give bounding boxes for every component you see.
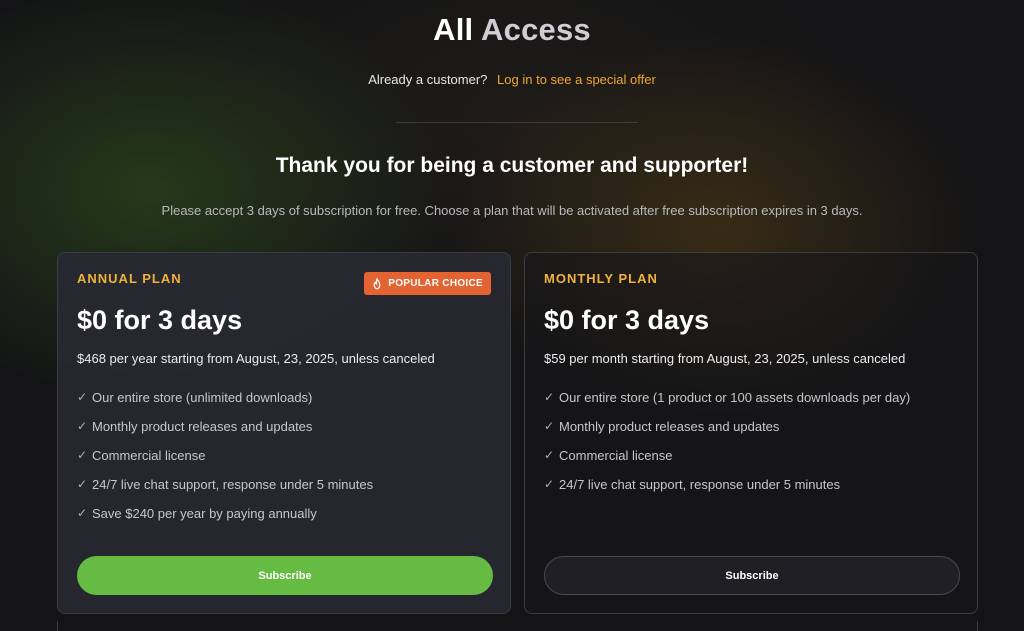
fire-icon xyxy=(373,277,381,289)
feature-text: Save $240 per year by paying annually xyxy=(92,506,317,521)
feature-item: ✓ 24/7 live chat support, response under … xyxy=(544,477,910,506)
feature-item: ✓ Commercial license xyxy=(77,448,373,477)
feature-item: ✓ Our entire store (1 product or 100 asse… xyxy=(544,390,910,419)
feature-item: ✓ Commercial license xyxy=(544,448,910,477)
check-icon: ✓ xyxy=(544,448,555,462)
check-icon: ✓ xyxy=(544,419,555,433)
feature-text: Our entire store (unlimited downloads) xyxy=(92,390,313,405)
feature-item: ✓ Our entire store (unlimited downloads) xyxy=(77,390,373,419)
login-link[interactable]: Log in to see a special offer xyxy=(497,72,656,87)
check-icon: ✓ xyxy=(544,477,555,491)
check-icon: ✓ xyxy=(77,477,88,491)
plan-name: ANNUAL PLAN xyxy=(77,271,182,286)
check-icon: ✓ xyxy=(77,506,88,520)
login-question: Already a customer? xyxy=(368,72,488,87)
page-title: All Access xyxy=(0,12,1024,48)
plan-price: $0 for 3 days xyxy=(544,305,710,335)
feature-text: Monthly product releases and updates xyxy=(92,419,313,434)
login-prompt: Already a customer? Log in to see a spec… xyxy=(0,72,1024,87)
intro-subtext: Please accept 3 days of subscription for… xyxy=(161,203,863,218)
check-icon: ✓ xyxy=(77,390,88,404)
feature-text: 24/7 live chat support, response under 5… xyxy=(92,477,374,492)
feature-item: ✓ Monthly product releases and updates xyxy=(77,419,373,448)
feature-text: 24/7 live chat support, response under 5… xyxy=(559,477,841,492)
feature-text: Commercial license xyxy=(559,448,673,463)
plan-terms: $59 per month starting from August, 23, … xyxy=(544,351,906,366)
thanks-heading: Thank you for being a customer and suppo… xyxy=(275,154,749,177)
subscribe-monthly-button[interactable]: Subscribe xyxy=(544,556,960,595)
popular-badge: POPULAR CHOICE xyxy=(364,272,491,295)
plan-price: $0 for 3 days xyxy=(77,305,243,335)
subscribe-annual-button[interactable]: Subscribe xyxy=(77,556,493,595)
page-title-part1: All xyxy=(433,12,474,47)
next-section-edge xyxy=(57,621,978,631)
feature-item: ✓ Monthly product releases and updates xyxy=(544,419,910,448)
feature-text: Commercial license xyxy=(92,448,206,463)
feature-text: Our entire store (1 product or 100 asset… xyxy=(559,390,911,405)
feature-text: Monthly product releases and updates xyxy=(559,419,780,434)
feature-item: ✓ Save $240 per year by paying annually xyxy=(77,506,373,535)
feature-item: ✓ 24/7 live chat support, response under … xyxy=(77,477,373,506)
check-icon: ✓ xyxy=(77,419,88,433)
check-icon: ✓ xyxy=(544,390,555,404)
feature-list: ✓ Our entire store (unlimited downloads) … xyxy=(77,390,373,535)
check-icon: ✓ xyxy=(77,448,88,462)
badge-label: POPULAR CHOICE xyxy=(388,278,483,289)
divider xyxy=(396,122,638,123)
page-title-part2: Access xyxy=(481,12,591,47)
feature-list: ✓ Our entire store (1 product or 100 asse… xyxy=(544,390,910,506)
plan-card-monthly: MONTHLY PLAN $0 for 3 days $59 per month… xyxy=(524,252,978,614)
plan-terms: $468 per year starting from August, 23, … xyxy=(77,351,435,366)
plan-card-annual: ANNUAL PLAN POPULAR CHOICE $0 for 3 days… xyxy=(57,252,511,614)
plan-name: MONTHLY PLAN xyxy=(544,271,658,286)
